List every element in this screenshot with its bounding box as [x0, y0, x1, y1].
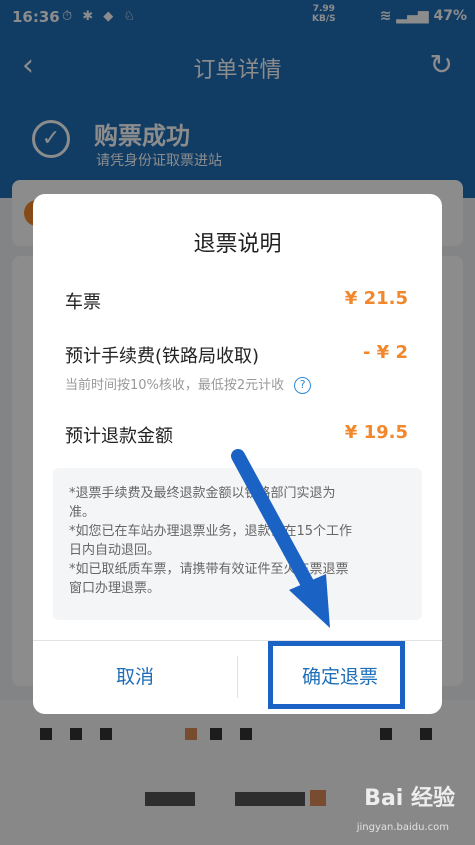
- watermark-logo: Bai 经验: [364, 786, 455, 811]
- annotation-arrow-head: [289, 574, 330, 628]
- annotation-arrow-shaft: [231, 449, 319, 599]
- watermark-url: jingyan.baidu.com: [356, 822, 449, 833]
- annotation-arrow-icon: [231, 449, 330, 628]
